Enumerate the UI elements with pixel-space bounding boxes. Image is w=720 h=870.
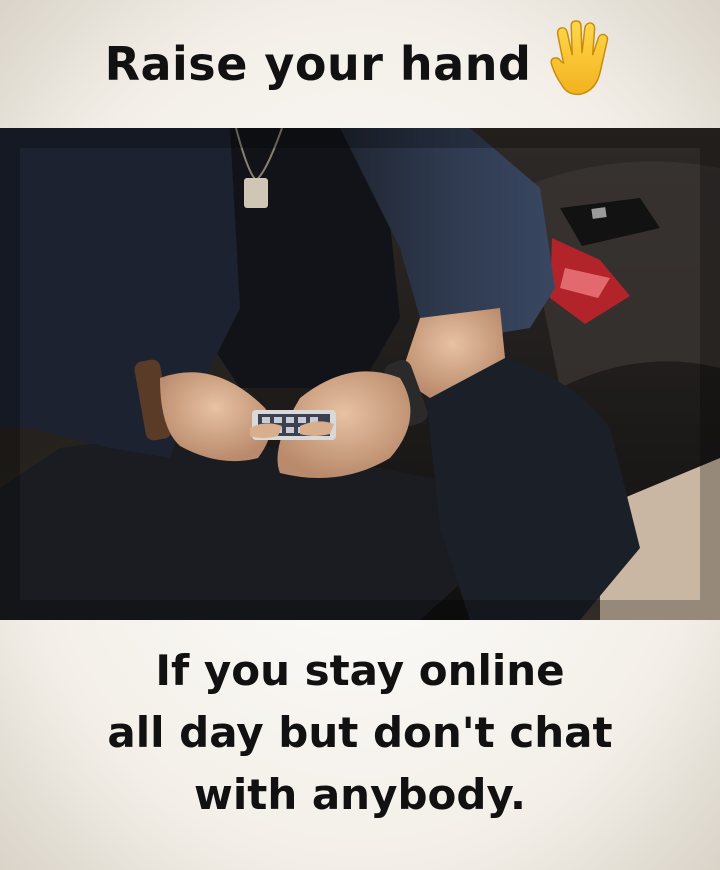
caption-line-1: If you stay online (155, 646, 565, 695)
header: Raise your hand (0, 0, 720, 128)
raised-hand-icon (550, 20, 609, 96)
caption: If you stay online all day but don't cha… (0, 640, 720, 826)
caption-line-2: all day but don't chat (107, 708, 613, 757)
caption-line-3: with anybody. (194, 770, 526, 819)
person-using-phone-image (0, 128, 720, 620)
meme-card: Raise your hand If you stay online all d… (0, 0, 720, 870)
title: Raise your hand (104, 37, 532, 91)
